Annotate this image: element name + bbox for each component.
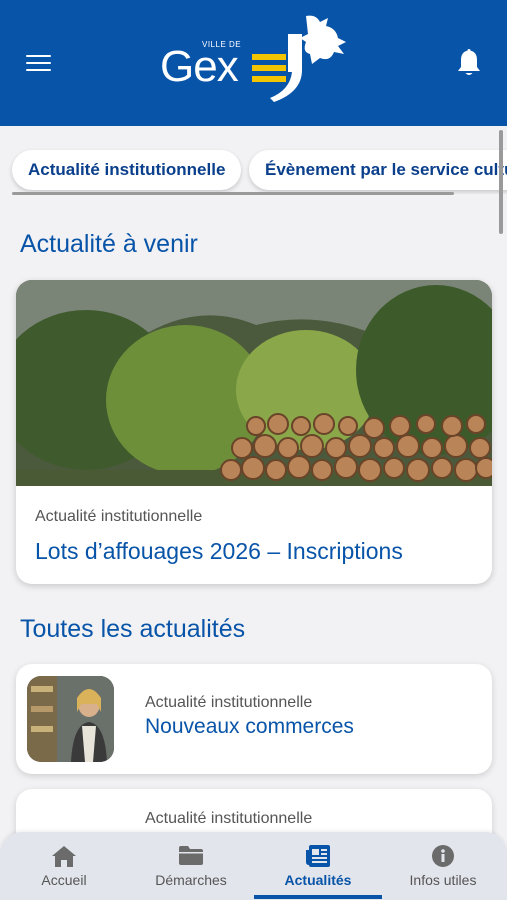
upcoming-section-title: Actualité à venir [20, 230, 198, 258]
news-thumbnail [27, 676, 114, 762]
category-filter-bar: Actualité institutionnelle Évènement par… [0, 148, 507, 194]
logo: VILLE DE Gex [160, 12, 350, 104]
news-category: Actualité institutionnelle [145, 810, 313, 827]
horizontal-scrollbar[interactable] [12, 192, 454, 195]
newspaper-icon [306, 845, 330, 867]
news-title: Nouveaux commerces [145, 715, 354, 738]
home-icon [52, 846, 76, 867]
menu-button[interactable] [26, 55, 51, 73]
vertical-scrollbar[interactable] [499, 130, 503, 234]
featured-image [16, 280, 492, 486]
chip-actualite-institutionnelle[interactable]: Actualité institutionnelle [12, 150, 242, 190]
all-news-section-title: Toutes les actualités [20, 615, 246, 643]
news-category: Actualité institutionnelle [145, 694, 313, 711]
news-list-item[interactable]: Actualité institutionnelle Nouveaux comm… [16, 664, 492, 774]
tab-label: Actualités [284, 872, 352, 888]
tab-label: Accueil [41, 872, 87, 888]
bell-icon [458, 49, 480, 75]
tab-label: Infos utiles [409, 872, 477, 888]
tab-infos-utiles[interactable]: Infos utiles [384, 832, 502, 900]
featured-news-card[interactable]: Actualité institutionnelle Lots d’affoua… [16, 280, 492, 584]
app-header: VILLE DE Gex [0, 0, 507, 126]
tab-label: Démarches [155, 872, 227, 888]
active-tab-indicator [254, 895, 382, 899]
hamburger-icon [26, 55, 51, 57]
featured-title: Lots d’affouages 2026 – Inscriptions [35, 538, 403, 564]
bottom-tab-bar: Accueil Démarches Actualités Infos utile… [0, 832, 507, 900]
tab-accueil[interactable]: Accueil [10, 832, 118, 900]
tab-actualites[interactable]: Actualités [254, 832, 382, 900]
tab-demarches[interactable]: Démarches [128, 832, 254, 900]
chip-evenement-service-culturel[interactable]: Évènement par le service culturel [249, 150, 507, 190]
info-icon [432, 845, 454, 867]
folder-icon [179, 846, 203, 865]
coat-of-arms-icon [252, 15, 346, 102]
featured-category: Actualité institutionnelle [35, 508, 203, 525]
notifications-button[interactable] [454, 46, 484, 78]
